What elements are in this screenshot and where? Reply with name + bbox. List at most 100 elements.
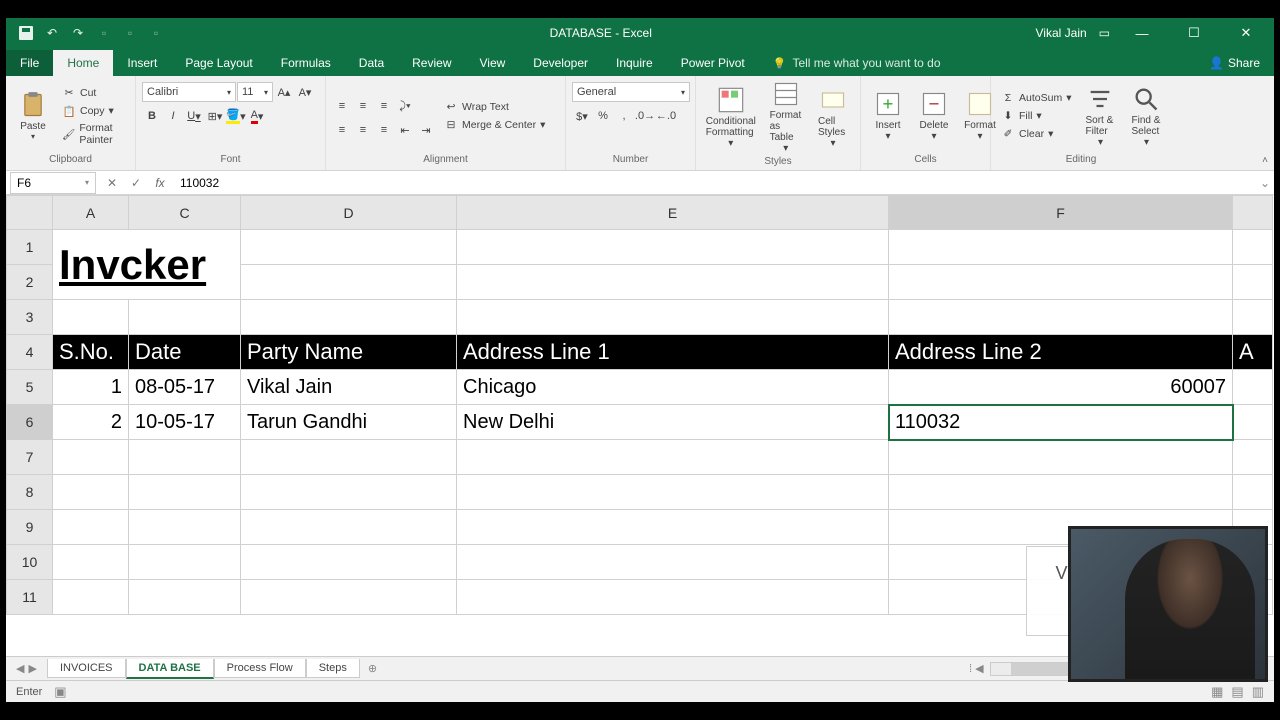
- decrease-font-icon[interactable]: A▾: [295, 82, 315, 102]
- fx-icon[interactable]: fx: [148, 176, 172, 190]
- qat-more-icon[interactable]: ▫: [120, 23, 140, 43]
- sort-filter-button[interactable]: Sort & Filter▾: [1079, 78, 1121, 154]
- title-cell[interactable]: Invcker: [53, 230, 241, 300]
- increase-font-icon[interactable]: A▴: [274, 82, 294, 102]
- tab-file[interactable]: File: [6, 50, 53, 76]
- fill-color-icon[interactable]: 🪣▾: [226, 106, 246, 126]
- tab-formulas[interactable]: Formulas: [267, 50, 345, 76]
- row-header[interactable]: 4: [7, 335, 53, 370]
- sheet-tab[interactable]: INVOICES: [47, 659, 126, 678]
- save-icon[interactable]: [16, 23, 36, 43]
- align-middle-icon[interactable]: ≡: [353, 96, 373, 116]
- cut-button[interactable]: ✂Cut: [58, 85, 129, 101]
- fill-button[interactable]: ⬇Fill ▾: [997, 108, 1075, 124]
- align-center-icon[interactable]: ≡: [353, 120, 373, 140]
- user-name[interactable]: Vikal Jain: [1036, 26, 1087, 40]
- redo-icon[interactable]: ↷: [68, 23, 88, 43]
- tab-view[interactable]: View: [466, 50, 520, 76]
- collapse-ribbon-icon[interactable]: ˄: [1262, 155, 1268, 166]
- italic-button[interactable]: I: [163, 106, 183, 126]
- data-cell[interactable]: 1: [53, 370, 129, 405]
- tab-power-pivot[interactable]: Power Pivot: [667, 50, 759, 76]
- number-format-select[interactable]: General▾: [572, 82, 690, 102]
- data-cell[interactable]: 10-05-17: [129, 405, 241, 440]
- close-icon[interactable]: ✕: [1226, 19, 1266, 47]
- select-all-corner[interactable]: [7, 196, 53, 230]
- row-header[interactable]: 9: [7, 510, 53, 545]
- row-header[interactable]: 6: [7, 405, 53, 440]
- insert-cells-button[interactable]: +Insert▾: [867, 78, 909, 154]
- font-color-icon[interactable]: A▾: [247, 106, 267, 126]
- sheet-tab[interactable]: Steps: [306, 659, 360, 678]
- normal-view-icon[interactable]: ▦: [1211, 684, 1223, 700]
- ribbon-display-icon[interactable]: ▭: [1099, 26, 1110, 40]
- col-header[interactable]: D: [241, 196, 457, 230]
- underline-button[interactable]: U▾: [184, 106, 204, 126]
- qat-more-icon[interactable]: ▫: [146, 23, 166, 43]
- sheet-nav-prev-icon[interactable]: ◀: [16, 662, 24, 675]
- maximize-icon[interactable]: ☐: [1174, 19, 1214, 47]
- minimize-icon[interactable]: —: [1122, 19, 1162, 47]
- decrease-decimal-icon[interactable]: ←.0: [656, 106, 676, 126]
- header-cell[interactable]: Address Line 1: [457, 335, 889, 370]
- clear-button[interactable]: ✐Clear ▾: [997, 126, 1075, 142]
- copy-button[interactable]: 📋Copy ▾: [58, 103, 129, 119]
- active-cell[interactable]: 110032: [889, 405, 1233, 440]
- header-cell[interactable]: S.No.: [53, 335, 129, 370]
- formula-input[interactable]: 110032: [172, 176, 1256, 190]
- row-header[interactable]: 8: [7, 475, 53, 510]
- page-layout-view-icon[interactable]: ▤: [1231, 684, 1243, 700]
- tell-me-input[interactable]: 💡Tell me what you want to do: [759, 50, 1195, 76]
- decrease-indent-icon[interactable]: ⇤: [395, 120, 415, 140]
- tab-home[interactable]: Home: [53, 50, 113, 76]
- currency-icon[interactable]: $▾: [572, 106, 592, 126]
- macro-record-icon[interactable]: ▣: [54, 684, 66, 700]
- increase-decimal-icon[interactable]: .0→: [635, 106, 655, 126]
- format-painter-button[interactable]: 🖌Format Painter: [58, 121, 129, 147]
- data-cell[interactable]: Chicago: [457, 370, 889, 405]
- font-size-select[interactable]: 11▾: [237, 82, 273, 102]
- enter-icon[interactable]: ✓: [124, 176, 148, 190]
- align-right-icon[interactable]: ≡: [374, 120, 394, 140]
- cancel-icon[interactable]: ✕: [100, 176, 124, 190]
- qat-more-icon[interactable]: ▫: [94, 23, 114, 43]
- row-header[interactable]: 7: [7, 440, 53, 475]
- row-header[interactable]: 5: [7, 370, 53, 405]
- data-cell[interactable]: Tarun Gandhi: [241, 405, 457, 440]
- cell-styles-button[interactable]: Cell Styles▾: [812, 78, 854, 156]
- tab-developer[interactable]: Developer: [519, 50, 602, 76]
- autosum-button[interactable]: ΣAutoSum ▾: [997, 90, 1075, 106]
- col-header[interactable]: A: [53, 196, 129, 230]
- undo-icon[interactable]: ↶: [42, 23, 62, 43]
- increase-indent-icon[interactable]: ⇥: [416, 120, 436, 140]
- header-cell[interactable]: A: [1233, 335, 1273, 370]
- header-cell[interactable]: Date: [129, 335, 241, 370]
- tab-inquire[interactable]: Inquire: [602, 50, 667, 76]
- paste-button[interactable]: Paste▾: [12, 78, 54, 154]
- tab-insert[interactable]: Insert: [113, 50, 171, 76]
- data-cell[interactable]: 2: [53, 405, 129, 440]
- merge-center-button[interactable]: ⊟Merge & Center ▾: [440, 117, 549, 133]
- align-bottom-icon[interactable]: ≡: [374, 96, 394, 116]
- tab-page-layout[interactable]: Page Layout: [171, 50, 266, 76]
- percent-icon[interactable]: %: [593, 106, 613, 126]
- col-header[interactable]: C: [129, 196, 241, 230]
- tab-data[interactable]: Data: [345, 50, 398, 76]
- data-cell[interactable]: 60007: [889, 370, 1233, 405]
- row-header[interactable]: 10: [7, 545, 53, 580]
- align-left-icon[interactable]: ≡: [332, 120, 352, 140]
- find-select-button[interactable]: Find & Select▾: [1125, 78, 1167, 154]
- data-cell[interactable]: Vikal Jain: [241, 370, 457, 405]
- new-sheet-icon[interactable]: ⊕: [360, 659, 385, 678]
- format-as-table-button[interactable]: Format as Table▾: [764, 78, 808, 156]
- sheet-tab[interactable]: Process Flow: [214, 659, 306, 678]
- header-cell[interactable]: Address Line 2: [889, 335, 1233, 370]
- align-top-icon[interactable]: ≡: [332, 96, 352, 116]
- row-header[interactable]: 3: [7, 300, 53, 335]
- name-box[interactable]: F6▾: [10, 172, 96, 194]
- data-cell[interactable]: 08-05-17: [129, 370, 241, 405]
- row-header[interactable]: 2: [7, 265, 53, 300]
- data-cell[interactable]: New Delhi: [457, 405, 889, 440]
- sheet-tab-active[interactable]: DATA BASE: [126, 659, 214, 679]
- bold-button[interactable]: B: [142, 106, 162, 126]
